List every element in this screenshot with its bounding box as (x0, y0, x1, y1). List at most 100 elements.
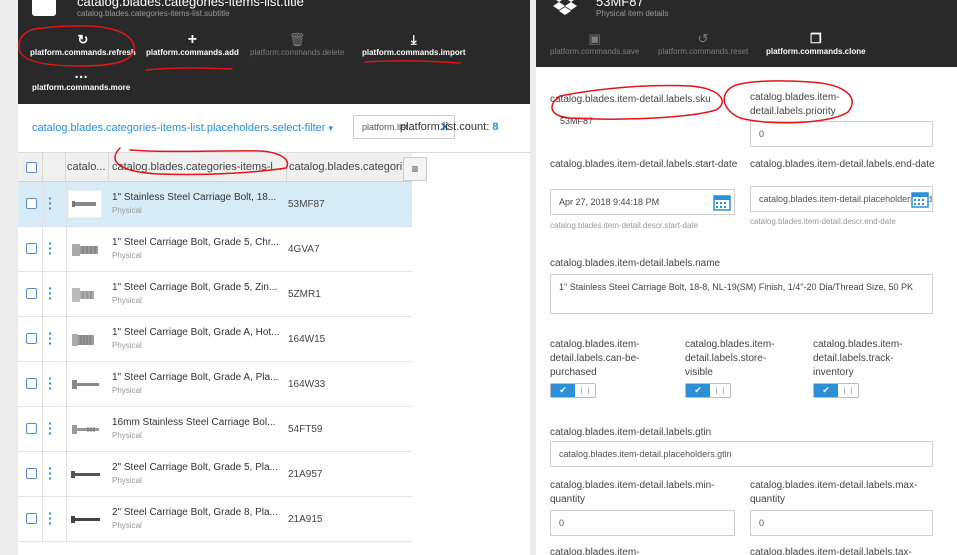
blade-header: 53MF87 Physical item details ▣ platform.… (536, 0, 957, 67)
workspace: catalog.blades.categories-items-list.tit… (0, 0, 957, 555)
table-row[interactable]: · · · 1" Stainless Steel Carriage Bolt, 18.… (18, 182, 412, 227)
categories-items-list-blade: catalog.blades.categories-items-list.tit… (18, 0, 530, 555)
item-code: 53MF87 (288, 199, 325, 210)
item-name: 16mm Stainless Steel Carriage Bol... (112, 417, 276, 428)
store-visible-toggle[interactable]: ✔ (685, 383, 731, 398)
calendar-icon[interactable] (911, 190, 929, 208)
table-row[interactable]: · · · 1" Steel Carriage Bolt, Grade A, Pla.… (18, 362, 412, 407)
row-menu-icon[interactable]: · · · (48, 416, 53, 440)
item-thumbnail (68, 325, 102, 353)
table-row[interactable]: · · · 1" Steel Carriage Bolt, Grade 5, Chr.… (18, 227, 412, 272)
sku-input[interactable]: 53MF87 (550, 109, 735, 135)
track-inventory-toggle[interactable]: ✔ (813, 383, 859, 398)
item-type: Physical (112, 296, 142, 305)
item-code: 164W33 (288, 379, 326, 390)
vendor-label: catalog.blades.item- (550, 547, 640, 555)
row-checkbox[interactable] (26, 423, 37, 434)
end-date-label: catalog.blades.item-detail.labels.end-da… (750, 159, 935, 170)
table-row[interactable]: · · · 1" Steel Carriage Bolt, Grade 5, Zin.… (18, 272, 412, 317)
column-header-name[interactable]: catalog.blades.categories-items-l... (109, 153, 287, 182)
add-label: platform.commands.add (146, 48, 239, 57)
start-date-input[interactable]: Apr 27, 2018 9:44:18 PM (550, 189, 735, 215)
chevron-down-icon: ▾ (328, 123, 334, 133)
row-checkbox[interactable] (26, 468, 37, 479)
dropbox-icon (553, 0, 577, 15)
select-filter-link[interactable]: catalog.blades.categories-items-list.pla… (32, 122, 333, 134)
reset-label: platform.commands.reset (658, 47, 749, 56)
item-code: 5ZMR1 (288, 289, 321, 300)
row-menu-icon[interactable]: · · · (48, 506, 53, 530)
item-thumbnail (68, 280, 102, 308)
row-menu-icon[interactable]: · · · (48, 281, 53, 305)
item-name: 1" Steel Carriage Bolt, Grade 5, Zin... (112, 282, 278, 293)
table-row[interactable]: · · · 2" Steel Carriage Bolt, Grade 8, Pla.… (18, 497, 412, 542)
row-menu-icon[interactable]: · · · (48, 461, 53, 485)
priority-label: catalog.blades.item-detail.labels.priori… (750, 92, 840, 117)
row-menu-icon[interactable]: · · · (48, 371, 53, 395)
gtin-label: catalog.blades.item-detail.labels.gtin (550, 427, 712, 438)
row-menu-icon[interactable]: · · · (48, 326, 53, 350)
store-visible-label: catalog.blades.item-detail.labels.store-… (685, 339, 775, 378)
row-checkbox[interactable] (26, 198, 37, 209)
row-checkbox[interactable] (26, 288, 37, 299)
column-header-actions[interactable] (42, 153, 66, 182)
table-row[interactable]: · · · 16mm Stainless Steel Carriage Bol... P… (18, 407, 412, 452)
min-quantity-input[interactable]: 0 (550, 510, 735, 536)
row-checkbox[interactable] (26, 513, 37, 524)
item-code: 21A957 (288, 469, 323, 480)
import-label: platform.commands.import (362, 48, 466, 57)
more-button[interactable]: … platform.commands.more (32, 66, 130, 92)
clone-button[interactable]: ❐ platform.commands.clone (766, 31, 866, 56)
end-date-input[interactable]: catalog.blades.item-detail.placeholders.… (750, 186, 933, 212)
row-checkbox[interactable] (26, 243, 37, 254)
column-header-image[interactable]: catalo... (66, 153, 109, 182)
item-name: 1" Stainless Steel Carriage Bolt, 18... (112, 192, 277, 203)
reset-button[interactable]: ↺ platform.commands.reset (658, 31, 748, 56)
download-icon: ⤓ (410, 32, 417, 47)
priority-input[interactable]: 0 (750, 121, 933, 147)
blade-icon (32, 0, 56, 16)
end-date-placeholder: catalog.blades.item-detail.placeholders.… (759, 194, 933, 204)
grid-header: catalo... catalog.blades.categories-item… (18, 153, 412, 182)
delete-button[interactable]: 🗑 platform.commands.delete (250, 32, 344, 57)
name-textarea[interactable]: 1" Stainless Steel Carriage Bolt, 18-8, … (550, 274, 933, 314)
row-menu-icon[interactable]: · · · (48, 236, 53, 260)
import-button[interactable]: ⤓ platform.commands.import (362, 32, 466, 57)
item-type: Physical (112, 341, 142, 350)
table-row[interactable]: · · · 1" Steel Carriage Bolt, Grade A, Hot.… (18, 317, 412, 362)
can-be-purchased-toggle[interactable]: ✔ (550, 383, 596, 398)
save-label: platform.commands.save (550, 47, 640, 56)
table-row[interactable]: · · · 2" Steel Carriage Bolt, Grade 5, Pla.… (18, 452, 412, 497)
row-checkbox[interactable] (26, 378, 37, 389)
item-type: Physical (112, 206, 142, 215)
save-button[interactable]: ▣ platform.commands.save (550, 31, 639, 56)
max-quantity-label: catalog.blades.item-detail.labels.max-qu… (750, 480, 918, 505)
start-date-label: catalog.blades.item-detail.labels.start-… (550, 159, 738, 170)
select-all-checkbox[interactable] (26, 162, 37, 173)
gtin-input[interactable]: catalog.blades.item-detail.placeholders.… (550, 441, 933, 467)
max-quantity-input[interactable]: 0 (750, 510, 933, 536)
row-checkbox[interactable] (26, 333, 37, 344)
refresh-button[interactable]: ↻ platform.commands.refresh (30, 32, 136, 57)
item-detail-blade: 53MF87 Physical item details ▣ platform.… (536, 0, 957, 555)
check-icon: ✔ (686, 384, 710, 397)
check-icon: ✔ (814, 384, 838, 397)
row-menu-icon[interactable]: · · · (48, 191, 53, 215)
item-type: Physical (112, 386, 142, 395)
add-button[interactable]: + platform.commands.add (146, 31, 239, 58)
clone-icon: ❐ (809, 31, 822, 46)
item-type: Physical (112, 476, 142, 485)
tax-label: catalog.blades.item-detail.labels.tax- (750, 547, 912, 555)
calendar-icon[interactable] (713, 193, 731, 211)
item-code: 54FT59 (288, 424, 323, 435)
item-name: 1" Steel Carriage Bolt, Grade A, Hot... (112, 327, 280, 338)
grid-menu-button[interactable]: ≡ (403, 157, 427, 181)
column-header-code[interactable]: catalog.blades.categori... (287, 153, 412, 182)
end-date-description: catalog.blades.item-detail.descr.end-dat… (750, 217, 896, 226)
min-quantity-label: catalog.blades.item-detail.labels.min-qu… (550, 480, 715, 505)
blade-subtitle: catalog.blades.categories-items-list.sub… (77, 9, 230, 18)
refresh-label: platform.commands.refresh (30, 48, 136, 57)
undo-icon: ↺ (697, 31, 709, 46)
plus-icon: + (187, 31, 198, 48)
save-icon: ▣ (588, 31, 601, 46)
